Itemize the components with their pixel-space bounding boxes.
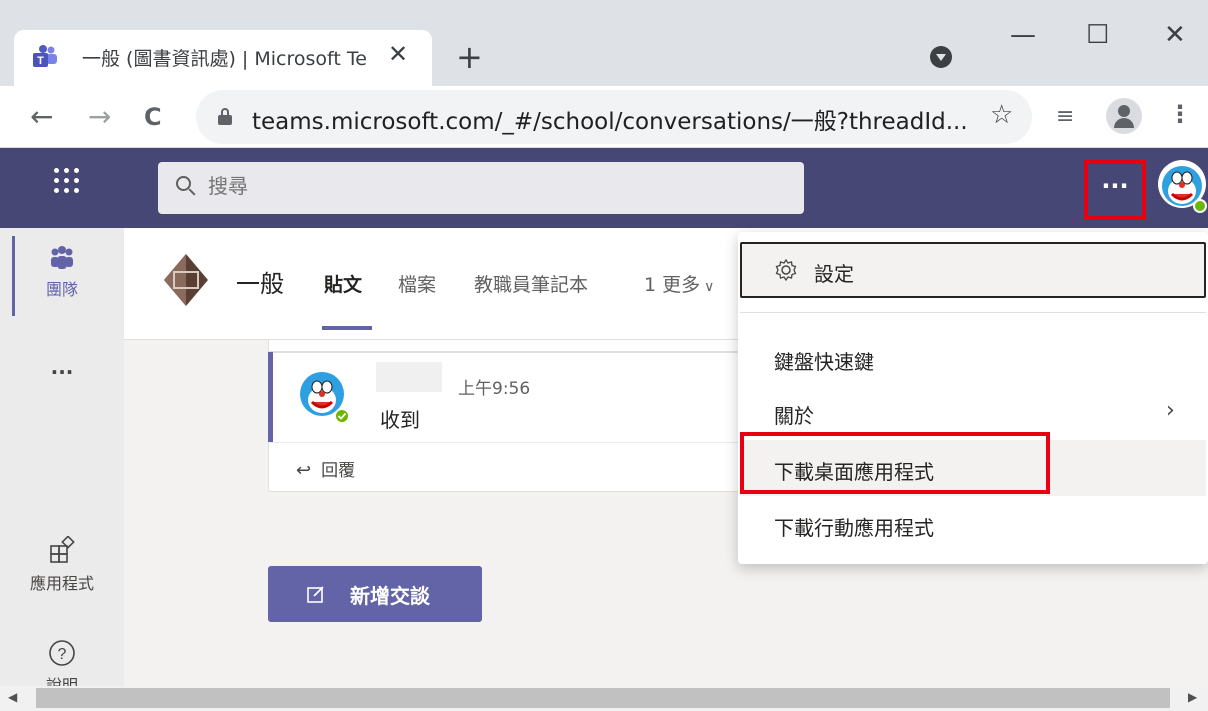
user-avatar[interactable] xyxy=(1156,158,1208,214)
scroll-right-arrow-icon[interactable]: ▶ xyxy=(1188,690,1197,704)
message-accent-bar xyxy=(268,352,273,442)
message-divider xyxy=(270,442,766,443)
compose-icon xyxy=(307,586,324,603)
chevron-down-icon: ∨ xyxy=(704,279,715,295)
url-text[interactable]: teams.microsoft.com/_#/school/conversati… xyxy=(252,102,968,136)
new-conversation-label: 新增交談 xyxy=(350,584,430,608)
new-conversation-button[interactable]: 新增交談 xyxy=(268,566,482,622)
profile-avatar-icon[interactable] xyxy=(1106,98,1142,134)
tab-more[interactable]: 1 更多 ∨ xyxy=(644,270,714,297)
menu-item-about[interactable]: 關於 xyxy=(774,400,814,429)
tab-close-icon[interactable]: ✕ xyxy=(388,40,408,68)
tab-files[interactable]: 檔案 xyxy=(398,270,436,297)
svg-text:?: ? xyxy=(58,646,67,663)
channel-title: 一般 xyxy=(236,270,284,298)
reply-label: 回覆 xyxy=(321,461,356,481)
teams-icon xyxy=(51,246,73,269)
svg-text:T: T xyxy=(37,55,44,67)
apps-icon xyxy=(50,535,75,563)
message-timestamp: 上午9:56 xyxy=(458,379,531,399)
menu-settings-label: 設定 xyxy=(814,262,854,286)
previous-message-edge xyxy=(268,340,768,352)
media-control-icon[interactable] xyxy=(930,46,952,68)
rail-apps-label: 應用程式 xyxy=(29,574,94,593)
rail-teams-label: 團隊 xyxy=(45,280,78,299)
message-avatar xyxy=(300,372,350,424)
teams-favicon-icon: T xyxy=(33,45,57,67)
menu-divider xyxy=(740,312,1206,313)
minimize-button[interactable]: — xyxy=(1010,20,1036,50)
active-tab-underline xyxy=(322,326,372,330)
tab-posts[interactable]: 貼文 xyxy=(324,270,362,297)
scroll-left-arrow-icon[interactable]: ◀ xyxy=(8,690,17,704)
menu-item-settings[interactable] xyxy=(740,242,1206,298)
tab-title: 一般 (圖書資訊處) | Microsoft Te xyxy=(82,48,367,70)
maximize-button[interactable]: ☐ xyxy=(1086,20,1109,50)
rail-item-apps[interactable]: 應用程式 xyxy=(0,535,124,594)
back-arrow-icon[interactable]: ← xyxy=(30,100,53,133)
close-window-button[interactable]: ✕ xyxy=(1164,20,1186,50)
rail-item-help[interactable]: ? 說明 xyxy=(0,638,124,686)
forward-arrow-icon[interactable]: → xyxy=(88,100,111,133)
reply-button[interactable]: ↩ 回覆 xyxy=(296,456,355,481)
team-logo xyxy=(164,254,208,306)
gear-icon xyxy=(775,258,797,282)
rail-help-label: 說明 xyxy=(45,676,78,686)
tab-more-label: 1 更多 xyxy=(644,274,701,296)
new-tab-button[interactable]: + xyxy=(456,38,483,76)
more-options-button[interactable]: ··· xyxy=(1084,160,1146,220)
reply-arrow-icon: ↩ xyxy=(296,460,312,481)
rail-more-icon[interactable]: ··· xyxy=(0,360,124,384)
search-input[interactable] xyxy=(208,174,768,198)
help-icon: ? xyxy=(49,640,75,666)
highlight-box xyxy=(740,432,1050,494)
message-text: 收到 xyxy=(380,408,420,432)
menu-item-keyboard-shortcuts[interactable]: 鍵盤快速鍵 xyxy=(774,346,874,375)
scrollbar-thumb[interactable] xyxy=(36,688,1170,708)
reload-icon[interactable]: C xyxy=(144,103,162,131)
message-author-redacted xyxy=(376,362,442,392)
tab-class-notebook[interactable]: 教職員筆記本 xyxy=(474,270,588,297)
chevron-right-icon: › xyxy=(1166,398,1175,423)
reading-list-icon[interactable]: ≡ xyxy=(1056,104,1074,129)
browser-menu-icon[interactable]: ⋮ xyxy=(1168,100,1192,128)
search-icon xyxy=(176,176,196,198)
lock-icon[interactable] xyxy=(218,108,232,125)
rail-item-teams[interactable]: 團隊 xyxy=(0,244,124,300)
bookmark-star-icon[interactable]: ☆ xyxy=(990,100,1013,130)
menu-item-download-mobile[interactable]: 下載行動應用程式 xyxy=(774,512,934,541)
app-launcher-icon[interactable] xyxy=(50,164,84,198)
